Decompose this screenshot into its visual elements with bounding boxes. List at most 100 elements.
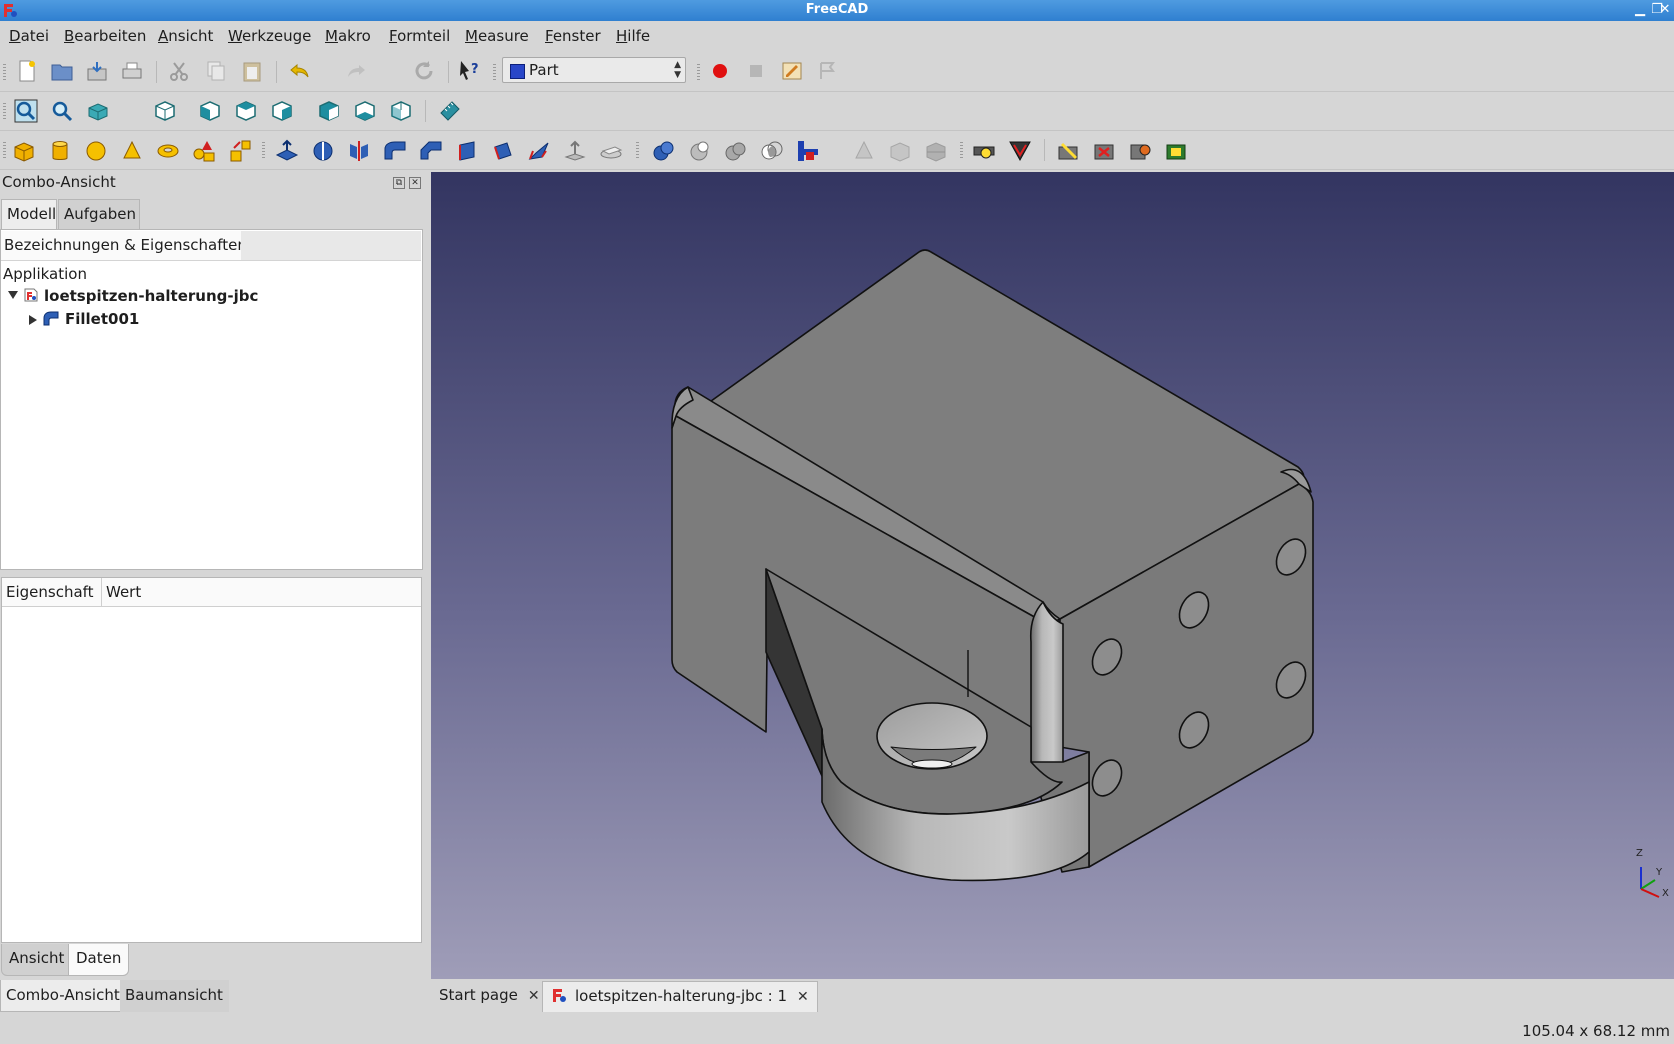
measure-distance-icon[interactable] — [438, 99, 462, 123]
part-compound-tools-icon[interactable] — [796, 139, 820, 163]
view-left-icon[interactable] — [389, 99, 413, 123]
doc-tab-model[interactable]: loetspitzen-halterung-jbc : 1 ✕ — [542, 981, 818, 1012]
tree-item-fillet[interactable]: Fillet001 — [65, 310, 139, 328]
part-box-icon[interactable] — [12, 139, 36, 163]
doc-tab-start-page[interactable]: Start page ✕ — [431, 981, 548, 1012]
part-extrude-icon[interactable] — [275, 139, 299, 163]
3d-model-part[interactable] — [671, 249, 1314, 882]
cut-icon[interactable] — [167, 59, 191, 83]
measure-refresh-icon[interactable] — [1056, 139, 1080, 163]
toolbar-handle[interactable] — [3, 103, 6, 119]
toolbar-handle[interactable] — [636, 142, 639, 158]
toolbar-handle[interactable] — [493, 64, 496, 80]
tree-column-header[interactable]: Bezeichnungen & Eigenschaften — [1, 231, 247, 261]
part-shape-builder-icon[interactable] — [228, 139, 252, 163]
part-loft-icon[interactable] — [527, 139, 551, 163]
part-fillet-icon[interactable] — [383, 139, 407, 163]
print-icon[interactable] — [120, 59, 144, 83]
toolbar-handle[interactable] — [697, 64, 700, 80]
save-icon[interactable] — [85, 59, 109, 83]
toolbar-handle[interactable] — [3, 142, 6, 158]
toolbar-handle[interactable] — [3, 64, 6, 80]
part-common-icon[interactable] — [760, 139, 784, 163]
menu-datei[interactable]: Datei — [9, 27, 49, 45]
record-macro-icon[interactable] — [708, 59, 732, 83]
float-panel-button[interactable]: ⧉ — [393, 177, 405, 189]
new-document-icon[interactable] — [15, 59, 39, 83]
menu-measure[interactable]: Measure — [465, 27, 529, 45]
menu-makro[interactable]: Makro — [325, 27, 371, 45]
tab-ansicht[interactable]: Ansicht — [1, 944, 73, 976]
run-macro-icon[interactable] — [816, 59, 840, 83]
view-right-icon[interactable] — [270, 99, 294, 123]
menu-hilfe[interactable]: Hilfe — [616, 27, 650, 45]
part-shape-info-icon[interactable] — [924, 139, 948, 163]
part-sphere-icon[interactable] — [84, 139, 108, 163]
copy-icon[interactable] — [204, 59, 228, 83]
part-primitives-icon[interactable] — [192, 139, 216, 163]
tree-item-document[interactable]: loetspitzen-halterung-jbc — [44, 287, 258, 305]
axis-z-label: Z — [1636, 848, 1643, 859]
view-front-icon[interactable] — [198, 99, 222, 123]
fit-selection-icon[interactable] — [50, 99, 74, 123]
part-fuse-icon[interactable] — [724, 139, 748, 163]
value-column-header[interactable]: Wert — [106, 583, 141, 601]
refresh-icon[interactable] — [412, 59, 436, 83]
undo-icon[interactable] — [288, 59, 312, 83]
part-mirror-icon[interactable] — [347, 139, 371, 163]
close-panel-button[interactable]: ✕ — [409, 177, 421, 189]
menu-werkzeuge[interactable]: Werkzeuge — [228, 27, 311, 45]
stop-macro-icon[interactable] — [744, 59, 768, 83]
part-boolean-icon[interactable] — [652, 139, 676, 163]
menu-formteil[interactable]: Formteil — [389, 27, 450, 45]
minimize-button[interactable]: ▁ — [1632, 2, 1648, 18]
3d-view[interactable]: Z Y X — [431, 172, 1674, 979]
measure-angular-icon[interactable] — [1008, 139, 1032, 163]
close-tab-icon[interactable]: ✕ — [797, 989, 809, 1005]
part-make-face-icon[interactable] — [455, 139, 479, 163]
paste-icon[interactable] — [240, 59, 264, 83]
part-cylinder-icon[interactable] — [48, 139, 72, 163]
dock-tab-combo-ansicht[interactable]: Combo-Ansicht — [0, 980, 127, 1012]
tab-aufgaben[interactable]: Aufgaben — [58, 199, 140, 229]
property-column-header[interactable]: Eigenschaft — [6, 583, 94, 601]
view-rear-icon[interactable] — [317, 99, 341, 123]
part-cone-icon[interactable] — [120, 139, 144, 163]
redo-icon[interactable] — [344, 59, 368, 83]
expand-arrow-icon[interactable] — [8, 291, 18, 299]
part-torus-icon[interactable] — [156, 139, 180, 163]
workbench-selector[interactable]: Part ▲ ▼ — [502, 57, 686, 83]
view-top-icon[interactable] — [234, 99, 258, 123]
close-window-button[interactable]: ✕ — [1657, 2, 1673, 18]
part-defeaturing-icon[interactable] — [888, 139, 912, 163]
menu-fenster[interactable]: Fenster — [545, 27, 601, 45]
toolbar-handle[interactable] — [262, 142, 265, 158]
part-sweep-icon[interactable] — [563, 139, 587, 163]
part-cut-icon[interactable] — [688, 139, 712, 163]
dock-tab-baumansicht[interactable]: Baumansicht — [120, 980, 229, 1012]
draw-style-icon[interactable] — [86, 99, 110, 123]
tab-modell[interactable]: Modell — [1, 199, 57, 229]
measure-linear-icon[interactable] — [972, 139, 996, 163]
measure-toggle-3d-icon[interactable] — [1164, 139, 1188, 163]
view-isometric-icon[interactable] — [153, 99, 177, 123]
measure-toggle-all-icon[interactable] — [1128, 139, 1152, 163]
edit-macro-icon[interactable] — [780, 59, 804, 83]
whats-this-icon[interactable]: ? — [458, 59, 482, 83]
part-chamfer-icon[interactable] — [419, 139, 443, 163]
part-section-icon[interactable] — [599, 139, 623, 163]
part-revolve-icon[interactable] — [311, 139, 335, 163]
menu-ansicht[interactable]: Ansicht — [158, 27, 213, 45]
collapse-arrow-icon[interactable] — [29, 315, 37, 325]
menu-bearbeiten[interactable]: Bearbeiten — [64, 27, 146, 45]
fit-all-icon[interactable] — [14, 99, 38, 123]
tab-daten[interactable]: Daten — [68, 944, 130, 976]
close-tab-icon[interactable]: ✕ — [528, 988, 540, 1004]
open-folder-icon[interactable] — [50, 59, 74, 83]
vertical-splitter[interactable] — [424, 172, 430, 1013]
measure-clear-all-icon[interactable] — [1092, 139, 1116, 163]
view-bottom-icon[interactable] — [353, 99, 377, 123]
toolbar-handle[interactable] — [960, 142, 963, 158]
part-check-geometry-icon[interactable] — [852, 139, 876, 163]
part-ruled-surface-icon[interactable] — [491, 139, 515, 163]
